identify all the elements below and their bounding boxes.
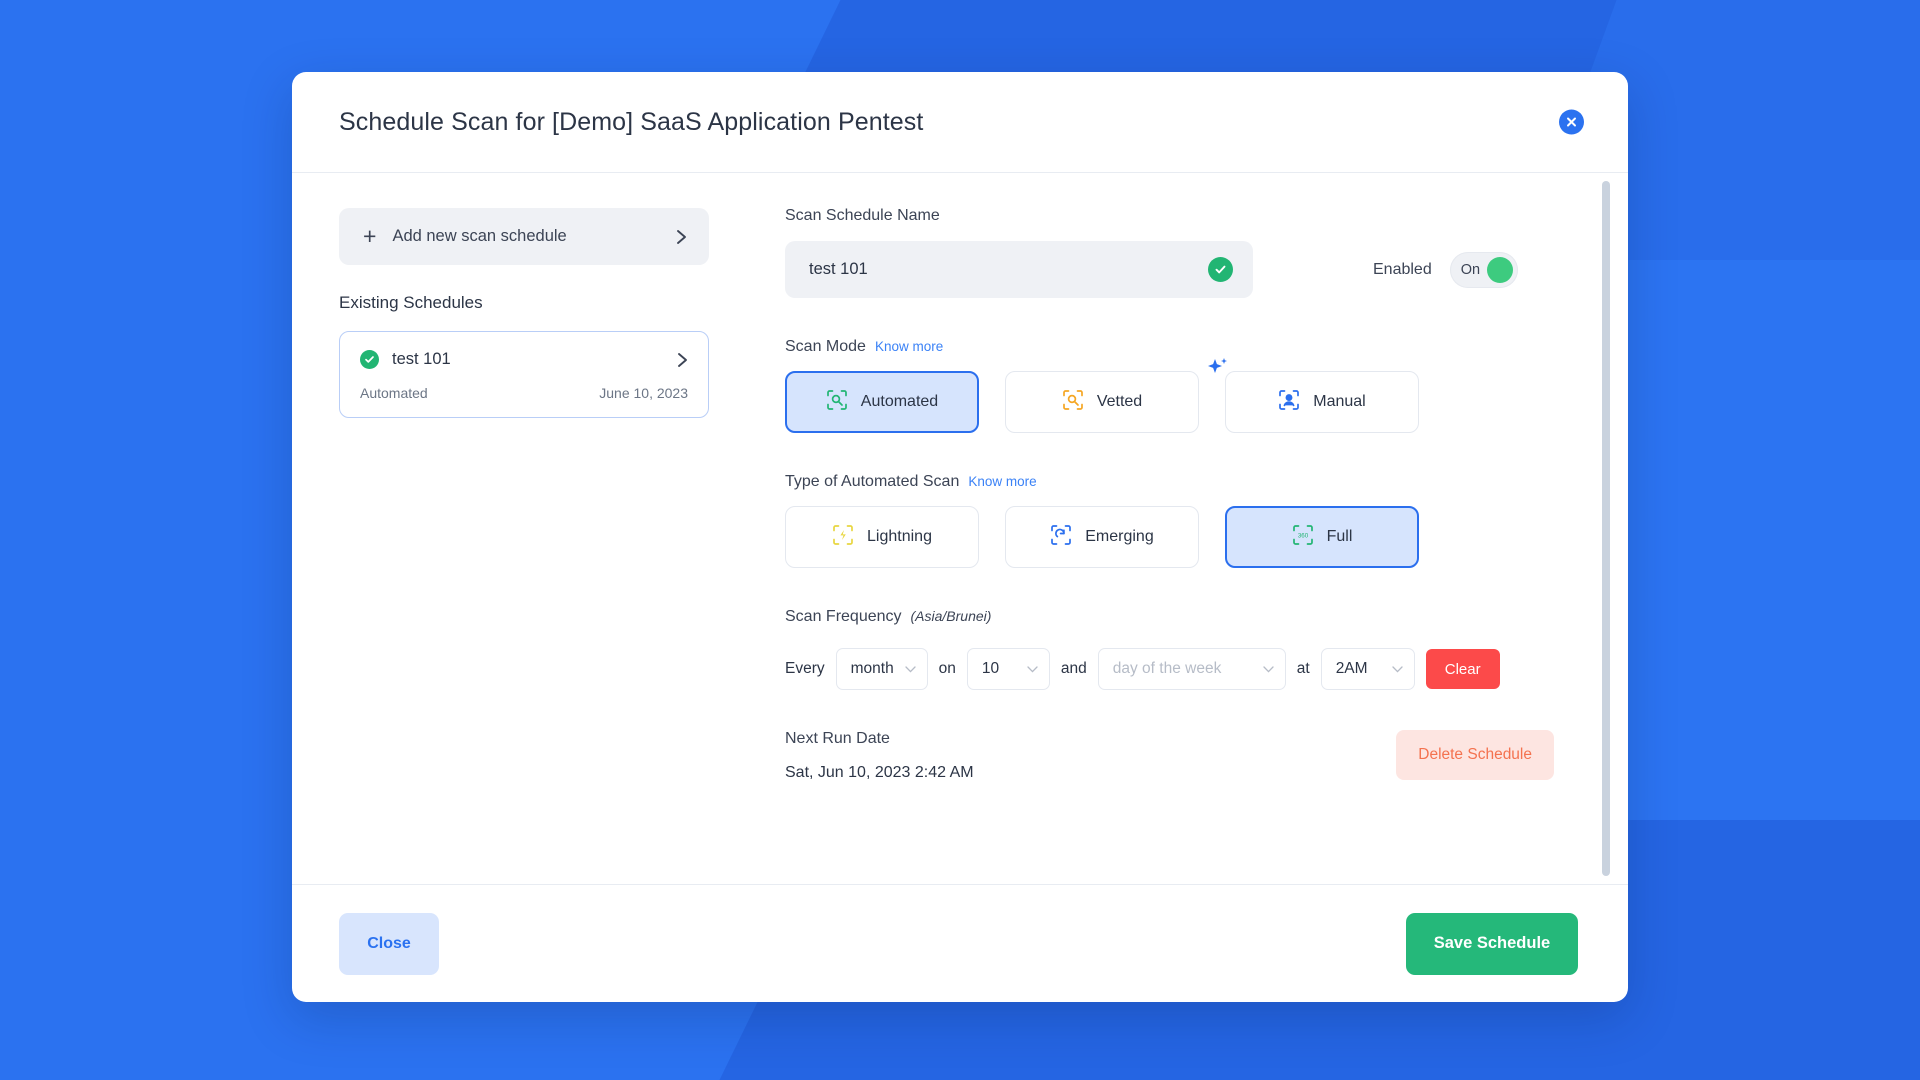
scan-mode-label: Manual (1313, 393, 1365, 411)
scan-lightning-icon (832, 524, 854, 551)
schedule-item-header: test 101 (360, 350, 688, 369)
schedule-list-item[interactable]: test 101 Automated June 10, 2023 (339, 331, 709, 418)
scan-type-label: Full (1327, 528, 1353, 546)
modal-body: + Add new scan schedule Existing Schedul… (292, 172, 1628, 884)
scan-schedule-name-label: Scan Schedule Name (785, 207, 1562, 225)
close-circle-icon[interactable] (1559, 110, 1584, 135)
schedule-item-meta: Automated June 10, 2023 (360, 385, 688, 401)
modal-footer: Close Save Schedule (292, 884, 1628, 1002)
scan-schedule-name-input[interactable]: test 101 (785, 241, 1253, 298)
scan-type-option-lightning[interactable]: Lightning (785, 506, 979, 568)
save-schedule-button[interactable]: Save Schedule (1406, 913, 1578, 975)
scan-frequency-timezone: (Asia/Brunei) (911, 608, 992, 624)
frequency-word-at: at (1297, 660, 1310, 678)
enabled-state-text: On (1461, 262, 1487, 278)
scan-type-label: Emerging (1085, 528, 1153, 546)
frequency-day-of-week-placeholder: day of the week (1113, 660, 1253, 678)
close-button[interactable]: Close (339, 913, 439, 975)
chevron-down-icon (1027, 660, 1038, 678)
toggle-knob (1487, 257, 1513, 283)
scan-schedule-name-value: test 101 (809, 260, 1208, 279)
frequency-month-value: month (851, 660, 895, 678)
form-scrollbar[interactable] (1602, 181, 1610, 876)
scan-type-option-full[interactable]: 360 Full (1225, 506, 1419, 568)
scan-mode-group: Scan Mode Know more Automated (785, 338, 1562, 433)
next-run-date-label: Next Run Date (785, 730, 1396, 748)
modal-header: Schedule Scan for [Demo] SaaS Applicatio… (292, 72, 1628, 172)
scan-mode-option-vetted[interactable]: Vetted (1005, 371, 1199, 433)
schedule-item-date: June 10, 2023 (599, 385, 688, 401)
frequency-word-on: on (939, 660, 956, 678)
delete-schedule-button[interactable]: Delete Schedule (1396, 730, 1554, 780)
chevron-down-icon (905, 660, 916, 678)
scan-type-group: Type of Automated Scan Know more Lightni… (785, 473, 1562, 568)
scan-automated-icon (826, 389, 848, 416)
scan-mode-header: Scan Mode Know more (785, 338, 1562, 356)
frequency-day-select[interactable]: 10 (967, 648, 1050, 690)
schedule-form: Scan Schedule Name test 101 Enabled On (735, 173, 1628, 884)
check-circle-icon (360, 350, 379, 369)
scan-manual-icon (1278, 389, 1300, 416)
frequency-word-every: Every (785, 660, 825, 678)
scan-mode-options: Automated Vetted (785, 371, 1562, 433)
schedule-scan-modal: Schedule Scan for [Demo] SaaS Applicatio… (292, 72, 1628, 1002)
scan-mode-option-manual[interactable]: Manual (1225, 371, 1419, 433)
chevron-down-icon (1263, 660, 1274, 678)
next-run-date-value: Sat, Jun 10, 2023 2:42 AM (785, 764, 1396, 782)
scan-emerging-icon (1050, 524, 1072, 551)
scan-type-option-emerging[interactable]: Emerging (1005, 506, 1199, 568)
sparkle-icon (1205, 355, 1231, 386)
form-scrollbar-thumb[interactable] (1602, 181, 1610, 876)
scan-type-label: Lightning (867, 528, 932, 546)
add-new-scan-schedule-button[interactable]: + Add new scan schedule (339, 208, 709, 265)
frequency-month-select[interactable]: month (836, 648, 928, 690)
schedule-sidebar: + Add new scan schedule Existing Schedul… (292, 173, 735, 884)
clear-frequency-button[interactable]: Clear (1426, 649, 1500, 689)
scan-type-options: Lightning Emerging (785, 506, 1562, 568)
chevron-right-icon (677, 352, 688, 368)
scan-full-icon: 360 (1292, 524, 1314, 551)
scan-mode-label: Vetted (1097, 393, 1142, 411)
scan-schedule-name-row: test 101 Enabled On (785, 241, 1562, 298)
frequency-word-and: and (1061, 660, 1087, 678)
scan-frequency-title: Scan Frequency (785, 608, 902, 626)
check-circle-icon (1208, 257, 1233, 282)
enabled-label: Enabled (1373, 261, 1432, 279)
next-run-row: Next Run Date Sat, Jun 10, 2023 2:42 AM … (785, 730, 1562, 782)
frequency-time-select[interactable]: 2AM (1321, 648, 1415, 690)
scan-vetted-icon (1062, 389, 1084, 416)
frequency-time-value: 2AM (1336, 660, 1382, 678)
frequency-day-value: 10 (982, 660, 1017, 678)
existing-schedules-heading: Existing Schedules (339, 293, 709, 313)
plus-icon: + (363, 225, 376, 248)
enabled-toggle-wrap: Enabled On (1373, 252, 1518, 288)
scan-type-title: Type of Automated Scan (785, 473, 959, 491)
page-title: Schedule Scan for [Demo] SaaS Applicatio… (339, 108, 923, 137)
next-run-col: Next Run Date Sat, Jun 10, 2023 2:42 AM (785, 730, 1396, 782)
add-schedule-label: Add new scan schedule (392, 227, 676, 246)
schedule-item-name: test 101 (392, 350, 677, 369)
scan-mode-title: Scan Mode (785, 338, 866, 356)
scan-type-know-more-link[interactable]: Know more (968, 474, 1036, 489)
scan-mode-label: Automated (861, 393, 938, 411)
scan-frequency-group: Scan Frequency (Asia/Brunei) Every month… (785, 608, 1562, 690)
scan-frequency-header: Scan Frequency (Asia/Brunei) (785, 608, 1562, 626)
scan-mode-know-more-link[interactable]: Know more (875, 339, 943, 354)
enabled-toggle[interactable]: On (1450, 252, 1518, 288)
scan-type-header: Type of Automated Scan Know more (785, 473, 1562, 491)
chevron-down-icon (1392, 660, 1403, 678)
scan-mode-option-automated[interactable]: Automated (785, 371, 979, 433)
svg-text:360: 360 (1297, 532, 1308, 539)
schedule-item-mode: Automated (360, 385, 428, 401)
chevron-right-icon (676, 229, 687, 245)
frequency-day-of-week-select[interactable]: day of the week (1098, 648, 1286, 690)
scan-frequency-row: Every month on 10 and (785, 648, 1562, 690)
